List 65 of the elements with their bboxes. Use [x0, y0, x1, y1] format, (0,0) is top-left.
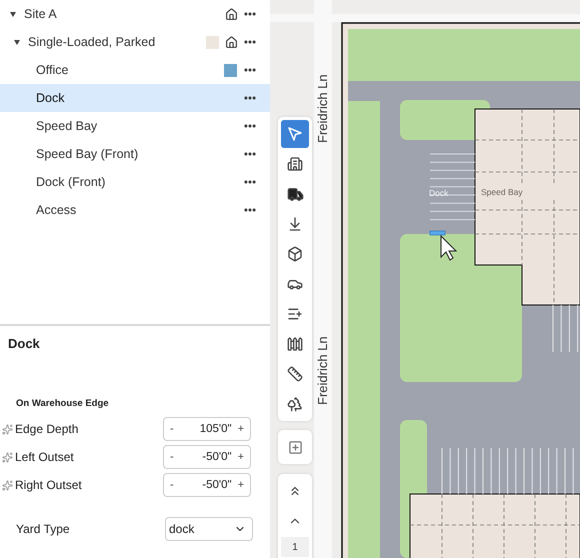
plus-button[interactable]: +: [238, 451, 244, 463]
warehouse-building[interactable]: [410, 494, 580, 558]
yard-type-select[interactable]: dock: [165, 517, 253, 541]
sparkle-icon[interactable]: [2, 452, 13, 462]
tree-item[interactable]: Speed Bay: [0, 112, 270, 140]
section-heading: On Warehouse Edge: [15, 398, 110, 409]
item-label: Speed Bay (Front): [36, 147, 140, 161]
tree-item[interactable]: Dock (Front): [0, 168, 270, 196]
minus-button[interactable]: -: [170, 423, 174, 435]
building-icon: [287, 156, 303, 172]
plus-button[interactable]: +: [238, 479, 244, 491]
field-label: Left Outset: [15, 450, 75, 464]
street-label: Freidrich Ln: [315, 336, 330, 405]
truck-icon: [286, 186, 304, 202]
minus-button[interactable]: -: [170, 451, 174, 463]
item-label: Site A: [24, 7, 58, 21]
sparkle-icon[interactable]: [2, 480, 13, 490]
minus-button[interactable]: -: [170, 479, 174, 491]
pointer-icon: [287, 126, 303, 142]
caret-icon[interactable]: [14, 40, 20, 44]
tree-item[interactable]: Office: [0, 56, 270, 84]
area-label: Speed Bay: [481, 187, 523, 197]
number-stepper[interactable]: - -50'0" +: [163, 473, 251, 497]
pointer-tool[interactable]: [281, 120, 309, 148]
item-label: Dock: [36, 91, 66, 105]
panel-title: Dock: [7, 336, 41, 353]
tree-item[interactable]: Site A: [0, 0, 270, 28]
area-label: Dock: [429, 188, 448, 198]
trees-icon: [287, 396, 303, 412]
item-label: Access: [36, 203, 78, 217]
number-stepper[interactable]: - 105'0" +: [163, 417, 251, 441]
ruler-icon: [287, 366, 303, 382]
color-swatch[interactable]: [206, 36, 219, 48]
item-label: Speed Bay: [36, 119, 98, 133]
house-icon: [225, 8, 238, 20]
color-swatch[interactable]: [224, 64, 237, 76]
stepper-value: -50'0": [201, 451, 233, 463]
stepper-value: 105'0": [198, 423, 233, 435]
warehouse-building[interactable]: [474, 108, 580, 306]
stepper-value: -50'0": [201, 479, 233, 491]
field-label: Right Outset: [15, 478, 83, 492]
street-label: Freidrich Ln: [315, 74, 330, 143]
tree-item[interactable]: Single-Loaded, Parked: [0, 28, 270, 56]
tree-item[interactable]: Access: [0, 196, 270, 224]
selection-handle[interactable]: [430, 230, 446, 236]
list-plus-icon: [287, 306, 303, 322]
field-label: Edge Depth: [15, 422, 80, 436]
house-icon: [225, 36, 238, 48]
tree-item[interactable]: Dock: [0, 84, 270, 112]
item-label: Single-Loaded, Parked: [28, 35, 156, 49]
plus-button[interactable]: +: [238, 423, 244, 435]
caret-icon[interactable]: [10, 12, 16, 16]
dock-lines: [430, 154, 476, 220]
page-number: 1: [281, 537, 309, 557]
arrow-down-icon: [287, 216, 303, 232]
cursor-icon: [440, 234, 458, 261]
cube-icon: [287, 246, 303, 262]
item-label: Dock (Front): [36, 175, 106, 189]
square-plus-icon: [288, 440, 302, 454]
fence-icon: [287, 336, 303, 352]
item-label: Office: [36, 63, 70, 77]
number-stepper[interactable]: - -50'0" +: [163, 445, 251, 469]
sparkle-icon[interactable]: [2, 424, 13, 434]
field-label: Yard Type: [16, 522, 71, 536]
tree-item[interactable]: Speed Bay (Front): [0, 140, 270, 168]
